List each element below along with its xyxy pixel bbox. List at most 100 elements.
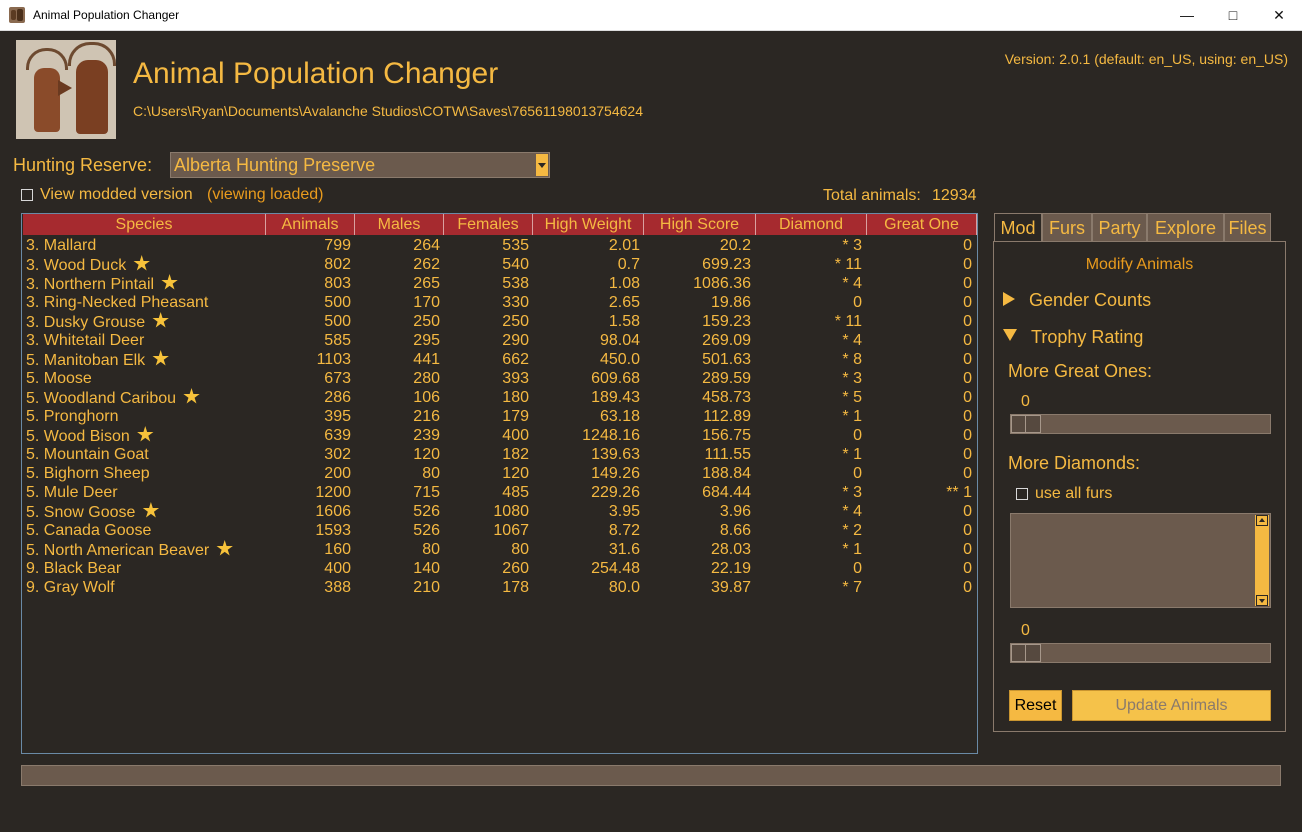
cell-females: 1080 (444, 502, 529, 521)
tab-furs[interactable]: Furs (1042, 213, 1092, 242)
table-row[interactable]: 5. Woodland Caribou 286 106 180 189.43 458.73… (22, 388, 977, 407)
cell-diamond: * 1 (756, 540, 862, 559)
cell-males-text: 216 (413, 408, 440, 425)
cell-species-text: 5. Manitoban Elk (26, 352, 146, 369)
tab-files[interactable]: Files (1224, 213, 1271, 242)
tab-party[interactable]: Party (1092, 213, 1147, 242)
table-row[interactable]: 5. Mountain Goat 302 120 182 139.63 111.55 * 1… (22, 445, 977, 464)
table-row[interactable]: 3. Whitetail Deer 585 295 290 98.04 269.09 * 4… (22, 331, 977, 350)
table-row[interactable]: 5. Canada Goose 1593 526 1067 8.72 8.66 * 2 0 (22, 521, 977, 540)
trophy-rating-toggle[interactable]: Trophy Rating (1003, 327, 1143, 348)
cell-high-weight: 0.7 (533, 255, 640, 274)
cell-diamond-text: 0 (853, 465, 862, 482)
diamonds-slider[interactable] (1010, 643, 1271, 663)
small-antler-shape (26, 48, 68, 70)
cell-high-score-text: 20.2 (719, 237, 751, 254)
tab-mod[interactable]: Mod (994, 213, 1042, 242)
table-row[interactable]: 9. Black Bear 400 140 260 254.48 22.19 0 0 (22, 559, 977, 578)
table-row[interactable]: 5. Mule Deer 1200 715 485 229.26 684.44 * 3 ** … (22, 483, 977, 502)
view-modded-label[interactable]: View modded version (40, 186, 193, 204)
chevron-down-icon[interactable] (536, 154, 548, 176)
column-high-weight[interactable]: High Weight (533, 214, 644, 235)
gender-counts-toggle[interactable]: Gender Counts (1003, 290, 1151, 311)
cell-high-weight: 229.26 (533, 483, 640, 502)
close-icon[interactable]: ✕ (1256, 0, 1302, 31)
cell-high-weight: 63.18 (533, 407, 640, 426)
cell-animals: 585 (266, 331, 351, 350)
table-row[interactable]: 5. Manitoban Elk 1103 441 662 450.0 501.63 * 8… (22, 350, 977, 369)
minimize-icon[interactable]: — (1164, 0, 1210, 31)
cell-animals: 802 (266, 255, 351, 274)
update-animals-button[interactable]: Update Animals (1072, 690, 1271, 721)
table-row[interactable]: 3. Northern Pintail 803 265 538 1.08 1086.36 *… (22, 274, 977, 293)
table-row[interactable]: 3. Wood Duck 802 262 540 0.7 699.23 * 11 0 (22, 255, 977, 274)
cell-high-weight: 3.95 (533, 502, 640, 521)
cell-animals: 1200 (266, 483, 351, 502)
column-males[interactable]: Males (355, 214, 444, 235)
tab-explore[interactable]: Explore (1147, 213, 1224, 242)
table-row[interactable]: 3. Ring-Necked Pheasant 500 170 330 2.65 19.8… (22, 293, 977, 312)
view-modded-checkbox[interactable] (21, 189, 33, 201)
cell-great-one-text: 0 (963, 541, 972, 558)
cell-diamond: * 7 (756, 578, 862, 597)
column-species[interactable]: Species (23, 214, 266, 235)
table-row[interactable]: 5. Pronghorn 395 216 179 63.18 112.89 * 1 0 (22, 407, 977, 426)
column-diamond[interactable]: Diamond (756, 214, 867, 235)
slider-thumb[interactable] (1011, 644, 1041, 662)
cell-high-weight: 254.48 (533, 559, 640, 578)
cell-great-one-text: 0 (963, 313, 972, 330)
slider-thumb[interactable] (1011, 415, 1041, 433)
column-females[interactable]: Females (444, 214, 533, 235)
cell-high-weight-text: 139.63 (591, 446, 640, 463)
cell-high-weight-text: 254.48 (591, 560, 640, 577)
cell-animals-text: 286 (324, 389, 351, 406)
cell-great-one-text: 0 (963, 446, 972, 463)
cell-females: 260 (444, 559, 529, 578)
cell-males-text: 80 (422, 465, 440, 482)
cell-great-one: 0 (867, 559, 972, 578)
cell-females: 400 (444, 426, 529, 445)
column-high-score[interactable]: High Score (644, 214, 756, 235)
cell-diamond: 0 (756, 426, 862, 445)
column-animals[interactable]: Animals (266, 214, 355, 235)
cell-animals: 673 (266, 369, 351, 388)
maximize-icon[interactable]: □ (1210, 0, 1256, 31)
cell-high-weight-text: 149.26 (591, 465, 640, 482)
small-deer-shape (34, 68, 60, 132)
listbox-scrollbar[interactable] (1255, 515, 1269, 606)
reset-button[interactable]: Reset (1009, 690, 1062, 721)
cell-great-one: 0 (867, 578, 972, 597)
cell-diamond: * 8 (756, 350, 862, 369)
table-row[interactable]: 9. Gray Wolf 388 210 178 80.0 39.87 * 7 0 (22, 578, 977, 597)
cell-species-text: 5. Mountain Goat (26, 446, 149, 463)
cell-animals-text: 200 (324, 465, 351, 482)
table-row[interactable]: 3. Dusky Grouse 500 250 250 1.58 159.23 * 11 0 (22, 312, 977, 331)
table-row[interactable]: 5. Moose 673 280 393 609.68 289.59 * 3 0 (22, 369, 977, 388)
species-table[interactable]: Species Animals Males Females High Weigh… (21, 213, 978, 754)
cell-high-score: 20.2 (644, 236, 751, 255)
great-ones-slider[interactable] (1010, 414, 1271, 434)
hunting-reserve-dropdown[interactable]: Alberta Hunting Preserve (170, 152, 550, 178)
arrow-right-icon (58, 80, 72, 96)
star-icon (133, 255, 150, 271)
scroll-down-icon[interactable] (1256, 595, 1268, 606)
scroll-up-icon[interactable] (1256, 515, 1268, 526)
table-row[interactable]: 5. Bighorn Sheep 200 80 120 149.26 188.84 0 0 (22, 464, 977, 483)
table-row[interactable]: 5. North American Beaver 160 80 80 31.6 28.03… (22, 540, 977, 559)
cell-females-text: 178 (502, 579, 529, 596)
table-row[interactable]: 3. Mallard 799 264 535 2.01 20.2 * 3 0 (22, 236, 977, 255)
cell-great-one: 0 (867, 255, 972, 274)
cell-great-one-text: 0 (963, 408, 972, 425)
cell-animals-text: 1593 (315, 522, 351, 539)
cell-diamond-text: 0 (853, 294, 862, 311)
cell-animals-text: 802 (324, 256, 351, 273)
furs-listbox[interactable] (1010, 513, 1271, 608)
use-all-furs-checkbox[interactable] (1016, 488, 1028, 500)
table-row[interactable]: 5. Snow Goose 1606 526 1080 3.95 3.96 * 4 0 (22, 502, 977, 521)
cell-diamond: * 3 (756, 483, 862, 502)
use-all-furs-label[interactable]: use all furs (1035, 485, 1112, 503)
column-great-one[interactable]: Great One (867, 214, 977, 235)
cell-females-text: 393 (502, 370, 529, 387)
cell-diamond-text: * 3 (842, 370, 862, 387)
table-row[interactable]: 5. Wood Bison 639 239 400 1248.16 156.75 0 0 (22, 426, 977, 445)
